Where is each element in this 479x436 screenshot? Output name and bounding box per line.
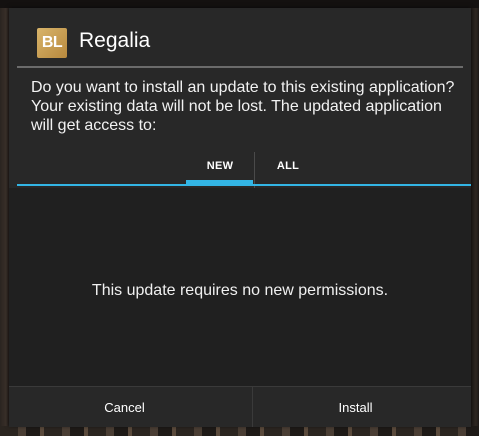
install-update-dialog: BL Regalia Do you want to install an upd… <box>9 8 471 427</box>
no-permissions-text: This update requires no new permissions. <box>91 282 389 299</box>
status-bar-area <box>0 0 479 8</box>
app-icon-text: BL <box>41 34 63 51</box>
cancel-button[interactable]: Cancel <box>9 387 240 427</box>
dialog-button-bar: Cancel Install <box>9 386 471 427</box>
tabs-underline <box>17 184 471 186</box>
install-button[interactable]: Install <box>240 387 471 427</box>
title-divider <box>17 66 463 68</box>
dialog-title-bar: BL Regalia <box>9 8 471 66</box>
background-app-strip <box>0 426 479 436</box>
tab-all[interactable]: ALL <box>255 144 321 188</box>
install-message: Do you want to install an update to this… <box>31 79 455 134</box>
app-icon: BL <box>37 28 67 58</box>
dialog-title: Regalia <box>79 29 151 52</box>
